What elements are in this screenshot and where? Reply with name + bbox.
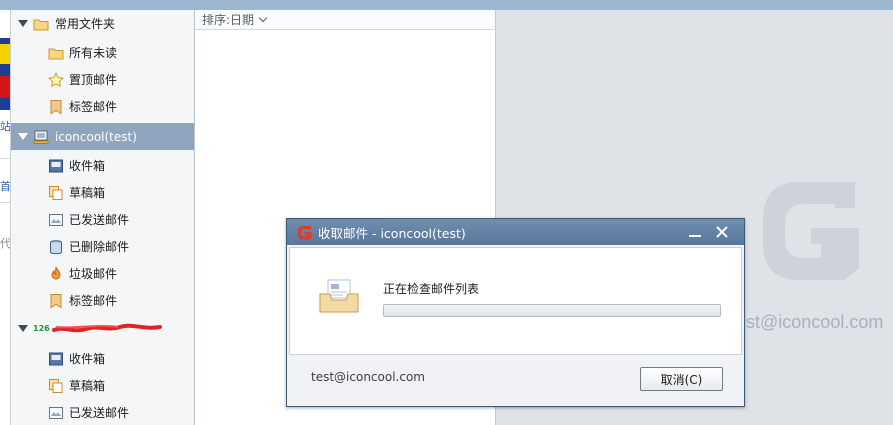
sent-icon xyxy=(49,213,63,226)
inbox-icon xyxy=(49,159,63,172)
folder-item-sent[interactable]: 已发送邮件 xyxy=(11,206,194,233)
chevron-down-icon xyxy=(258,13,268,22)
account-label: 126 xyxy=(33,324,50,333)
folder-item-inbox[interactable]: 收件箱 xyxy=(11,345,194,372)
receive-mail-dialog: 收取邮件 - iconcool(test) 正在检查邮件列表 test@icon… xyxy=(286,218,745,407)
progress-bar xyxy=(383,304,721,317)
spam-icon xyxy=(51,266,61,279)
status-text: 正在检查邮件列表 xyxy=(383,282,480,296)
sent-icon xyxy=(49,406,63,419)
sort-label: 排序:日期 xyxy=(202,13,255,27)
dialog-title: 收取邮件 - iconcool(test) xyxy=(318,225,466,241)
window-top-strip xyxy=(0,0,893,10)
trash-icon xyxy=(50,239,62,254)
folder-item-sent[interactable]: 已发送邮件 xyxy=(11,399,194,425)
folder-item-deleted[interactable]: 已删除邮件 xyxy=(11,233,194,260)
account-icon xyxy=(33,130,49,144)
folder-item-drafts[interactable]: 草稿箱 xyxy=(11,372,194,399)
tag-icon xyxy=(50,99,62,114)
folder-item-label: 已发送邮件 xyxy=(69,406,130,420)
app-logo-watermark-icon xyxy=(763,182,859,280)
folder-item-spam[interactable]: 垃圾邮件 xyxy=(11,260,194,287)
account-label: iconcool(test) xyxy=(55,129,137,144)
folder-item-label: 标签邮件 xyxy=(69,294,118,308)
folder-item-label: 垃圾邮件 xyxy=(69,267,118,281)
folder-item-label: 草稿箱 xyxy=(69,379,106,393)
folder-item-label: 收件箱 xyxy=(69,352,106,366)
tag-icon xyxy=(50,293,62,308)
collapse-triangle-icon[interactable] xyxy=(18,325,28,332)
close-icon[interactable] xyxy=(715,225,729,239)
folder-group-label: 常用文件夹 xyxy=(55,17,116,31)
sort-dropdown[interactable]: 排序:日期 xyxy=(195,10,495,30)
dialog-content: 正在检查邮件列表 xyxy=(289,247,742,355)
folder-icon xyxy=(33,19,49,30)
folder-item-label: 已发送邮件 xyxy=(69,213,130,227)
dialog-account-email: test@iconcool.com xyxy=(311,370,425,384)
background-glyph: 首 xyxy=(0,180,11,193)
folder-item-drafts[interactable]: 草稿箱 xyxy=(11,179,194,206)
folder-item-label: 所有未读 xyxy=(69,46,118,60)
collapse-triangle-icon[interactable] xyxy=(18,133,28,140)
folder-item-label: 草稿箱 xyxy=(69,186,106,200)
account-iconcool[interactable]: iconcool(test) xyxy=(11,123,194,150)
folder-item-tagged[interactable]: 标签邮件 xyxy=(11,93,194,120)
account-126[interactable]: 126 xyxy=(11,315,194,342)
star-icon xyxy=(48,71,64,87)
folder-item-label: 标签邮件 xyxy=(69,100,118,114)
collapse-triangle-icon[interactable] xyxy=(18,20,28,27)
cancel-button[interactable]: 取消(C) xyxy=(640,367,723,391)
background-web-page: 站 首 代 xyxy=(0,10,11,425)
mail-tray-icon xyxy=(319,279,359,313)
account-watermark: test@iconcool.com xyxy=(731,312,884,332)
folder-item-label: 已删除邮件 xyxy=(69,240,130,254)
background-glyph: 代 xyxy=(0,237,11,250)
inbox-icon xyxy=(49,352,63,365)
drafts-icon xyxy=(49,378,63,393)
app-logo-icon xyxy=(298,225,312,239)
folder-item-inbox[interactable]: 收件箱 xyxy=(11,152,194,179)
folder-item-label: 置顶邮件 xyxy=(69,73,118,87)
background-glyph: 站 xyxy=(0,120,11,133)
redacted-scribble xyxy=(51,323,162,332)
background-banner xyxy=(0,38,10,110)
folder-item-label: 收件箱 xyxy=(69,159,106,173)
folder-item-tagged[interactable]: 标签邮件 xyxy=(11,287,194,314)
minimize-icon[interactable] xyxy=(688,226,702,240)
drafts-icon xyxy=(49,185,63,200)
folder-group-common[interactable]: 常用文件夹 xyxy=(11,10,194,37)
folder-icon xyxy=(48,48,64,59)
dialog-title-bar[interactable]: 收取邮件 - iconcool(test) xyxy=(287,219,744,245)
folder-pane: 常用文件夹 所有未读 置顶邮件 标签邮件 iconcool(test) 收件箱 … xyxy=(11,10,195,425)
folder-item-pinned[interactable]: 置顶邮件 xyxy=(11,66,194,93)
folder-item-all-unread[interactable]: 所有未读 xyxy=(11,39,194,66)
